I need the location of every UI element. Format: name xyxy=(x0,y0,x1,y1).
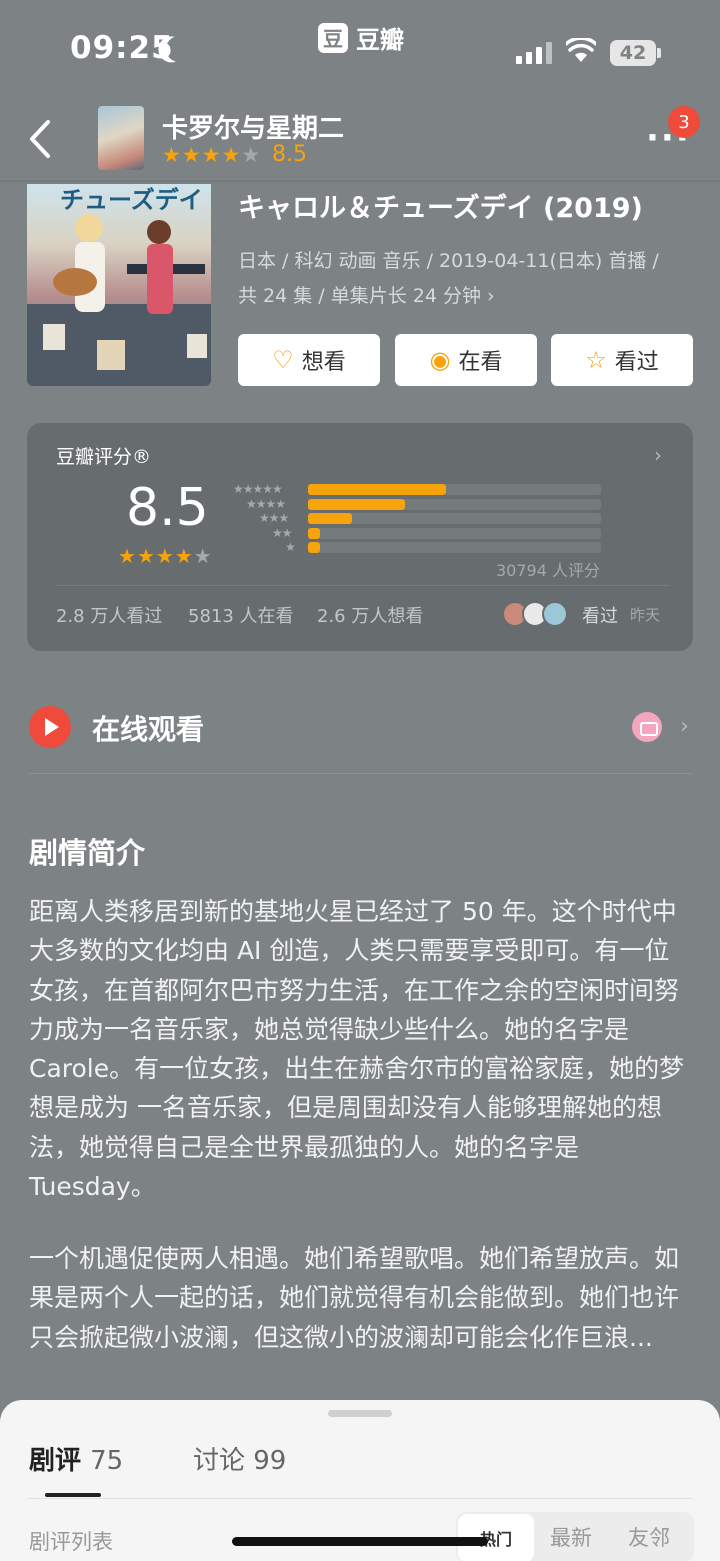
active-tab-indicator xyxy=(45,1493,101,1497)
distribution-stars-5: ★★★★★ xyxy=(233,482,283,496)
star-icon: ★ xyxy=(174,544,193,568)
friend-avatars[interactable] xyxy=(502,601,568,627)
ratings-count: 30794 人评分 xyxy=(496,561,600,580)
rating-score: 8.5 xyxy=(126,478,209,538)
brand-name: 豆瓣 xyxy=(356,26,404,54)
header-rating-stars: ★ ★ ★ ★ ★ xyxy=(162,144,260,166)
want-to-watch-button[interactable]: ♡ 想看 xyxy=(238,334,380,386)
play-icon xyxy=(29,706,71,748)
distribution-bar-2 xyxy=(308,527,601,539)
meta-info-line1[interactable]: 日本 / 科幻 动画 音乐 / 2019-04-11(日本) 首播 / xyxy=(238,246,659,273)
distribution-bar-fill-4 xyxy=(308,498,405,510)
tab-reviews-count: 75 xyxy=(90,1446,124,1476)
distribution-bar-3 xyxy=(308,513,601,524)
chevron-right-icon[interactable]: › xyxy=(680,714,689,739)
section-divider xyxy=(29,773,693,774)
stat-watching: 5813 人在看 xyxy=(188,606,294,627)
bilibili-icon xyxy=(632,712,662,742)
brand: 豆 豆瓣 xyxy=(318,20,404,55)
target-icon: ◉ xyxy=(429,346,451,374)
distribution-bar-1 xyxy=(308,542,601,553)
rating-stars: ★ ★ ★ ★ ★ xyxy=(118,546,212,566)
friend-time: 昨天 xyxy=(630,606,661,624)
watched-button[interactable]: ☆ 看过 xyxy=(551,334,693,386)
synopsis-paragraph-2: 一个机遇促使两人相遇。她们希望歌唱。她们希望放声。如果是两个人一起的话，她们就觉… xyxy=(29,1244,680,1352)
star-icon: ★ xyxy=(162,143,181,167)
star-icon: ★ xyxy=(221,143,241,167)
back-icon[interactable] xyxy=(26,118,56,160)
star-icon: ★ xyxy=(118,544,136,568)
header-poster-thumbnail xyxy=(98,106,144,170)
meta-info-line2[interactable]: 共 24 集 / 单集片长 24 分钟 › xyxy=(238,281,495,308)
want-label: 想看 xyxy=(301,350,346,375)
distribution-bar-fill-5 xyxy=(308,484,446,495)
wifi-icon xyxy=(566,38,596,62)
watching-label: 在看 xyxy=(458,350,503,375)
chevron-right-icon[interactable]: › xyxy=(654,443,662,467)
star-icon: ★ xyxy=(155,544,174,568)
friend-action: 看过 xyxy=(582,606,618,627)
distribution-bar-4 xyxy=(308,498,601,510)
sort-friends-button[interactable]: 友邻 xyxy=(628,1522,670,1552)
synopsis-heading: 剧情简介 xyxy=(29,836,146,870)
star-icon: ★ xyxy=(136,544,155,568)
poster-title-text: チューズデイ xyxy=(60,186,203,214)
header-title: 卡罗尔与星期二 xyxy=(162,114,345,144)
notification-badge: 3 xyxy=(668,106,700,138)
distribution-bar-fill-3 xyxy=(308,513,352,524)
star-icon: ★ xyxy=(241,143,261,167)
tab-reviews[interactable]: 剧评 75 xyxy=(29,1440,123,1477)
header-score: 8.5 xyxy=(272,142,307,167)
signal-icon xyxy=(516,42,552,64)
avatar xyxy=(542,601,568,627)
star-outline-icon: ☆ xyxy=(585,346,607,374)
distribution-bar-fill-2 xyxy=(308,527,320,539)
heart-plus-icon: ♡ xyxy=(272,346,294,374)
watched-label: 看过 xyxy=(614,350,659,375)
brand-logo-icon: 豆 xyxy=(318,22,348,53)
distribution-bar-fill-1 xyxy=(308,542,320,553)
sort-new-button[interactable]: 最新 xyxy=(550,1522,592,1552)
star-icon: ★ xyxy=(201,143,221,167)
home-indicator xyxy=(232,1537,488,1546)
tab-reviews-label: 剧评 xyxy=(29,1446,82,1476)
battery-icon: 42 xyxy=(610,40,656,66)
card-divider xyxy=(56,585,670,586)
synopsis-paragraph-1: 距离人类移居到新的基地火星已经过了 50 年。这个时代中大多数的文化均由 AI … xyxy=(29,897,685,1202)
sheet-drag-handle[interactable] xyxy=(328,1410,392,1417)
stat-watched: 2.8 万人看过 xyxy=(56,606,163,627)
star-icon: ★ xyxy=(181,143,201,167)
distribution-bar-5 xyxy=(308,484,601,495)
rating-label: 豆瓣评分® xyxy=(56,446,152,468)
tab-discussion[interactable]: 讨论 99 xyxy=(193,1440,286,1477)
review-list-label: 剧评列表 xyxy=(29,1530,113,1554)
stat-want: 2.6 万人想看 xyxy=(317,606,424,627)
original-title: キャロル＆チューズデイ (2019) xyxy=(238,193,643,224)
sheet-divider xyxy=(27,1498,693,1499)
online-watch-label[interactable]: 在线观看 xyxy=(92,708,204,748)
star-icon: ★ xyxy=(193,544,212,568)
status-time: 09:25 xyxy=(70,30,174,66)
watching-button[interactable]: ◉ 在看 xyxy=(395,334,537,386)
battery-tip xyxy=(657,48,661,58)
